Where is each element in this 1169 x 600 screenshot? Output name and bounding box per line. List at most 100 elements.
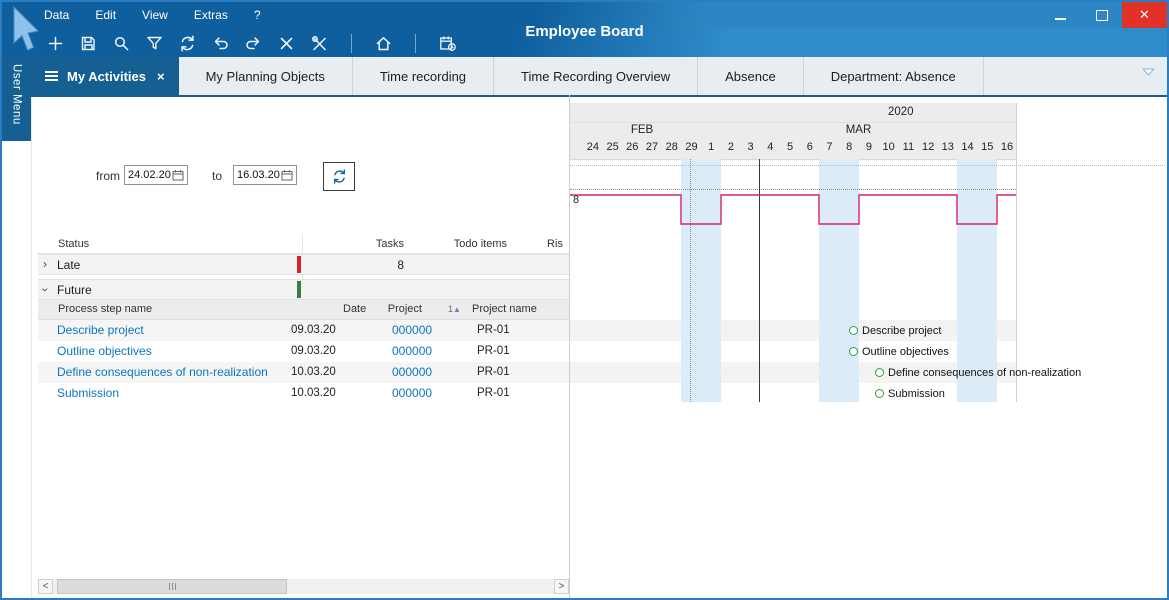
app-logo-cursor-icon	[10, 5, 40, 60]
tools-icon[interactable]	[310, 34, 329, 53]
status-bar-future	[297, 281, 301, 298]
from-label: from	[96, 169, 120, 183]
milestone-icon	[875, 368, 884, 377]
milestone-icon	[849, 326, 858, 335]
table-row[interactable]: Outline objectives 09.03.20 000000 PR-01	[38, 341, 569, 362]
process-step-link[interactable]: Submission	[57, 386, 119, 400]
gantt-day-scale: 24252627282912345678910111213141516	[583, 141, 1017, 153]
chevron-right-icon[interactable]: ›	[43, 257, 47, 271]
table-row[interactable]: Submission 10.03.20 000000 PR-01	[38, 383, 569, 404]
project-name-cell: PR-01	[477, 387, 510, 399]
process-step-link[interactable]: Define consequences of non-realization	[57, 365, 268, 379]
process-step-link[interactable]: Describe project	[57, 323, 144, 337]
tab-absence[interactable]: Absence	[698, 57, 804, 95]
gantt-row-band	[570, 320, 1016, 341]
tab-time-recording[interactable]: Time recording	[353, 57, 494, 95]
gantt-year-label: 2020	[888, 106, 914, 118]
scroll-left-button[interactable]: <	[38, 579, 53, 594]
project-link[interactable]: 000000	[392, 323, 432, 337]
menu-item-extras[interactable]: Extras	[194, 8, 228, 22]
menu-item-data[interactable]: Data	[44, 8, 69, 22]
tab-bar: My Activities × My Planning Objects Time…	[31, 57, 1167, 97]
home-icon[interactable]	[374, 34, 393, 53]
close-icon: ✕	[1139, 7, 1150, 23]
col-header-tasks[interactable]: Tasks	[342, 238, 404, 250]
tab-my-planning-objects[interactable]: My Planning Objects	[179, 57, 353, 95]
milestone-label: Submission	[888, 388, 945, 400]
group-row-future[interactable]: › Future	[38, 279, 569, 300]
user-menu-label: User Menu	[11, 57, 23, 141]
tab-close-icon[interactable]: ×	[157, 69, 165, 84]
gantt-milestone[interactable]: Outline objectives	[849, 341, 949, 362]
hamburger-icon[interactable]	[45, 71, 58, 81]
tab-my-activities[interactable]: My Activities ×	[31, 57, 179, 95]
app-window: Data Edit View Extras ? Employee Board ✕	[0, 0, 1169, 600]
maximize-button[interactable]	[1081, 2, 1122, 28]
save-icon[interactable]	[79, 34, 98, 53]
refresh-icon[interactable]	[178, 34, 197, 53]
toolbar-separator	[351, 34, 352, 53]
table-row[interactable]: Describe project 09.03.20 000000 PR-01	[38, 320, 569, 341]
from-date-input[interactable]	[128, 169, 172, 181]
process-step-link[interactable]: Outline objectives	[57, 344, 152, 358]
scrollbar-thumb[interactable]	[57, 579, 287, 594]
project-name-cell: PR-01	[477, 366, 510, 378]
tab-label: My Activities	[67, 69, 146, 84]
sort-arrow-icon: ▲	[453, 305, 461, 314]
gantt-header-divider	[570, 122, 1016, 123]
minimize-button[interactable]	[1040, 2, 1081, 28]
tab-department-absence[interactable]: Department: Absence	[804, 57, 984, 95]
gantt-scale-end-line	[1016, 103, 1017, 402]
tab-label: Department: Absence	[831, 69, 956, 84]
gantt-milestone[interactable]: Describe project	[849, 320, 941, 341]
date-cell: 09.03.20	[291, 324, 336, 336]
delete-icon[interactable]	[277, 34, 296, 53]
menu-item-view[interactable]: View	[142, 8, 168, 22]
horizontal-scrollbar[interactable]: < >	[38, 579, 569, 594]
to-date-input[interactable]	[237, 169, 281, 181]
close-button[interactable]: ✕	[1122, 2, 1167, 28]
undo-icon[interactable]	[211, 34, 230, 53]
gantt-milestone[interactable]: Submission	[875, 383, 945, 404]
scroll-right-button[interactable]: >	[554, 579, 569, 594]
gantt-month-feb: FEB	[583, 124, 701, 136]
tab-label: Time recording	[380, 69, 466, 84]
add-icon[interactable]	[46, 34, 65, 53]
col-header-process-step-name[interactable]: Process step name	[58, 303, 152, 315]
menu-item-edit[interactable]: Edit	[95, 8, 116, 22]
tab-list-dropdown[interactable]	[1142, 63, 1155, 81]
col-header-project-name[interactable]: Project name	[472, 303, 537, 315]
tab-label: Time Recording Overview	[521, 69, 670, 84]
search-icon[interactable]	[112, 34, 131, 53]
calendar-icon[interactable]	[281, 169, 293, 181]
col-header-risk[interactable]: Ris	[547, 238, 563, 250]
group-label: Late	[57, 258, 80, 272]
project-link[interactable]: 000000	[392, 365, 432, 379]
planning-calendar-icon[interactable]	[438, 34, 457, 53]
user-menu-tab[interactable]: User Menu	[2, 57, 31, 141]
to-label: to	[212, 169, 222, 183]
calendar-icon[interactable]	[172, 169, 184, 181]
maximize-icon	[1096, 10, 1108, 21]
gantt-milestone[interactable]: Define consequences of non-realization	[875, 362, 1081, 383]
sort-indicator[interactable]: 1▲	[448, 304, 461, 314]
to-date-field[interactable]	[233, 165, 297, 185]
col-header-todo-items[interactable]: Todo items	[427, 238, 507, 250]
group-label: Future	[57, 283, 92, 297]
menu-item-help[interactable]: ?	[254, 8, 261, 22]
chevron-down-icon[interactable]: ›	[39, 288, 53, 292]
group-row-late[interactable]: › Late 8	[38, 254, 569, 275]
redo-icon[interactable]	[244, 34, 263, 53]
window-controls: ✕	[1040, 2, 1167, 28]
from-date-field[interactable]	[124, 165, 188, 185]
apply-date-range-button[interactable]	[323, 162, 355, 191]
tab-time-recording-overview[interactable]: Time Recording Overview	[494, 57, 698, 95]
col-header-status[interactable]: Status	[58, 238, 89, 250]
project-link[interactable]: 000000	[392, 386, 432, 400]
table-row[interactable]: Define consequences of non-realization 1…	[38, 362, 569, 383]
gantt-month-mar: MAR	[701, 124, 1016, 136]
col-header-project[interactable]: Project	[362, 303, 422, 315]
window-title: Employee Board	[525, 23, 643, 40]
filter-icon[interactable]	[145, 34, 164, 53]
project-link[interactable]: 000000	[392, 344, 432, 358]
